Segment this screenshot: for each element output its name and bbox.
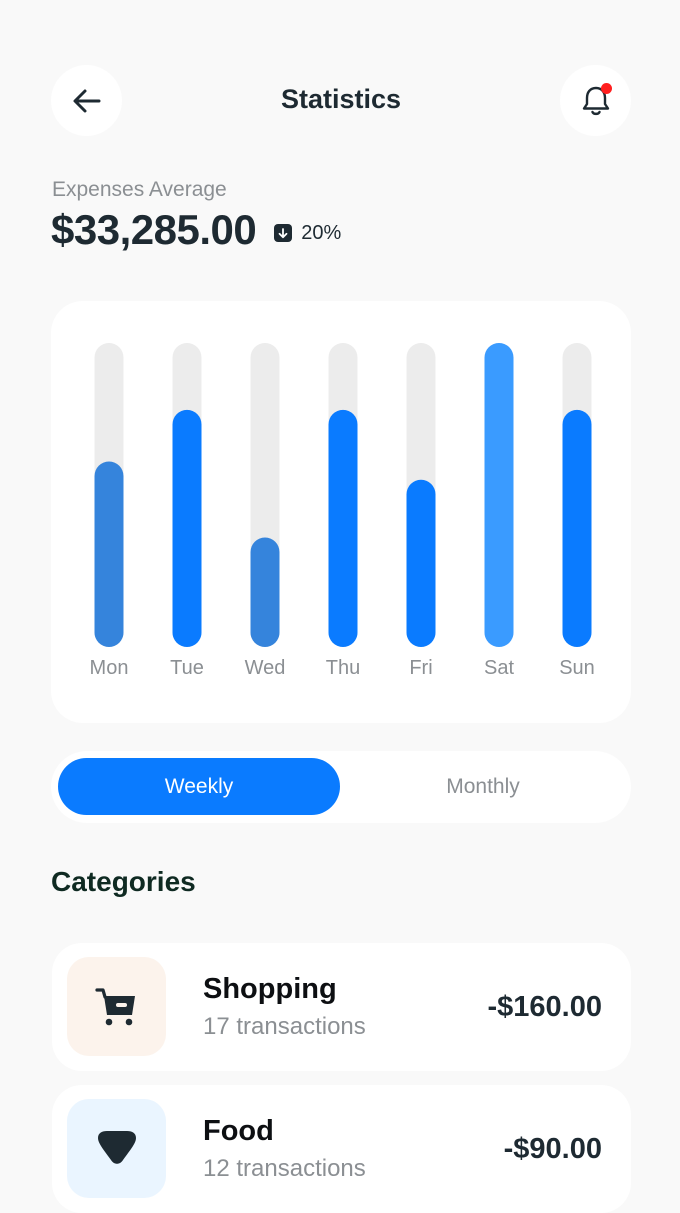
x-tick-label-fri: Fri: [409, 657, 432, 679]
bar-tue[interactable]: [172, 409, 202, 647]
category-icon-box: [67, 957, 166, 1056]
tab-monthly[interactable]: Monthly: [342, 758, 624, 815]
bar-fri[interactable]: [406, 479, 436, 647]
bar-sun[interactable]: [562, 409, 592, 647]
summary-label: Expenses Average: [52, 178, 227, 201]
page-title: Statistics: [280, 84, 402, 114]
category-item-shopping[interactable]: Shopping 17 transactions -$160.00: [52, 943, 631, 1071]
category-icon-box: [67, 1099, 166, 1198]
expenses-bar-chart: Mon Tue Wed Thu Fri Sat Sun: [90, 343, 595, 679]
category-amount: -$90.00: [503, 1133, 602, 1165]
bar-sat[interactable]: [484, 343, 514, 647]
category-transactions: 12 transactions: [203, 1155, 366, 1182]
trend-badge: 20%: [274, 222, 341, 245]
x-tick-label-tue: Tue: [170, 657, 204, 679]
chart-card: Mon Tue Wed Thu Fri Sat Sun: [51, 301, 631, 723]
trend-percent: 20%: [301, 221, 342, 244]
bar-wed[interactable]: [250, 537, 280, 647]
category-name: Shopping: [203, 973, 337, 1005]
food-icon: [97, 1130, 136, 1164]
header: Statistics: [51, 65, 631, 137]
x-tick-label-sun: Sun: [559, 657, 595, 679]
notification-button[interactable]: [560, 65, 631, 136]
x-tick-label-wed: Wed: [245, 657, 286, 679]
bar-thu[interactable]: [328, 409, 358, 647]
category-item-food[interactable]: Food 12 transactions -$90.00: [52, 1085, 631, 1213]
arrow-down-square-icon: [274, 224, 293, 242]
x-tick-label-sat: Sat: [484, 657, 514, 679]
tab-weekly[interactable]: Weekly: [58, 758, 340, 815]
categories-title: Categories: [51, 866, 196, 897]
period-tabs: Weekly Monthly: [51, 751, 631, 823]
bar-mon[interactable]: [94, 461, 124, 647]
summary-amount: $33,285.00: [51, 206, 257, 253]
summary-row: $33,285.00 20%: [51, 206, 341, 254]
notification-dot: [601, 83, 612, 94]
category-name: Food: [203, 1115, 274, 1147]
shopping-cart-icon: [94, 987, 135, 1025]
x-tick-label-mon: Mon: [90, 657, 129, 679]
category-transactions: 17 transactions: [203, 1013, 366, 1040]
x-tick-label-thu: Thu: [326, 657, 360, 679]
category-amount: -$160.00: [487, 991, 603, 1023]
